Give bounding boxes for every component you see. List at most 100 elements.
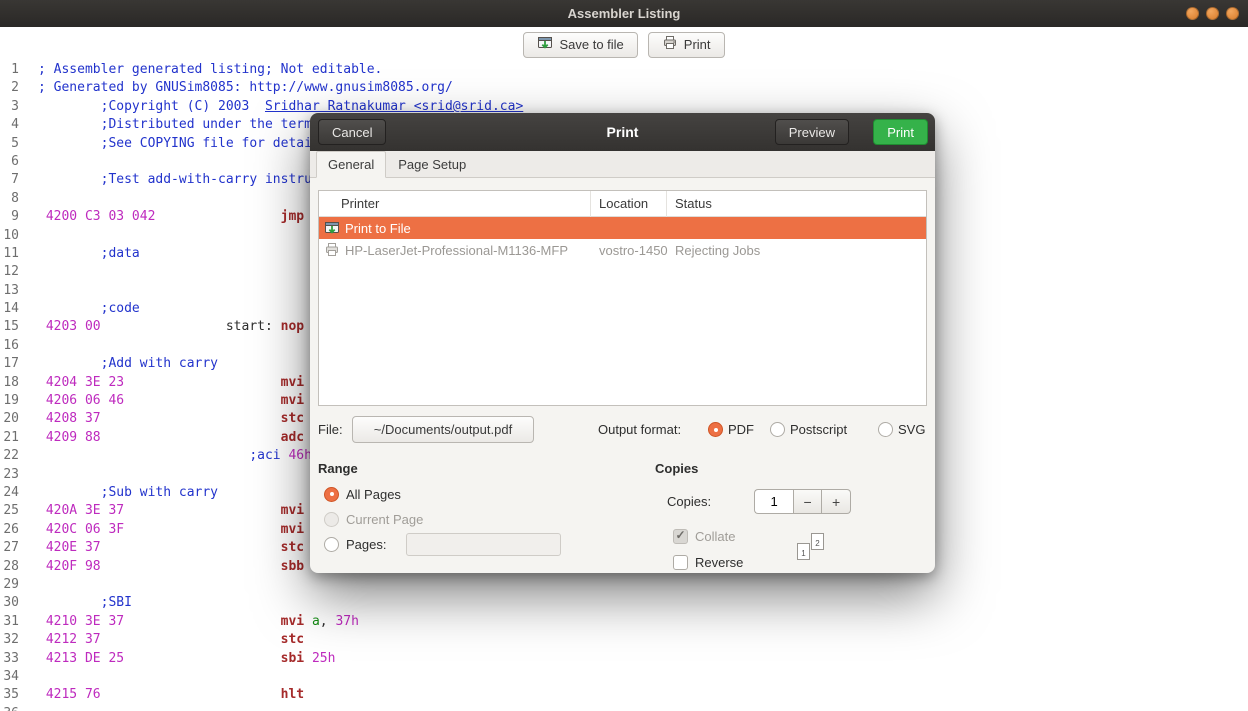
collate-page-1: 1	[797, 543, 810, 560]
radio-pdf[interactable]	[708, 422, 723, 437]
save-to-file-label: Save to file	[559, 37, 623, 52]
printer-row-print-to-file[interactable]: Print to File	[319, 217, 926, 239]
toolbar: Save to file Print	[0, 27, 1248, 62]
code-text: 4206 06 46 mvi	[38, 393, 304, 408]
column-header-status[interactable]: Status	[667, 196, 926, 211]
pages-label[interactable]: Pages:	[346, 537, 386, 552]
maximize-button[interactable]	[1206, 7, 1219, 20]
range-section: Range All Pages Current Page Pages:	[318, 461, 618, 552]
save-to-file-button[interactable]: Save to file	[523, 32, 637, 58]
line-number: 2	[2, 79, 19, 97]
line-number: 31	[2, 613, 19, 631]
window-titlebar[interactable]: Assembler Listing	[0, 0, 1248, 27]
line-number: 19	[2, 392, 19, 410]
copies-input[interactable]	[754, 489, 793, 514]
printer-icon	[662, 35, 678, 54]
tab-page-setup[interactable]: Page Setup	[386, 151, 478, 177]
column-header-location[interactable]: Location	[591, 191, 667, 217]
code-text: 4215 76 hlt	[38, 687, 304, 702]
line-number: 27	[2, 539, 19, 557]
radio-all-pages[interactable]	[324, 487, 339, 502]
pages-input	[406, 533, 561, 556]
line-number: 12	[2, 263, 19, 281]
tab-bar: General Page Setup	[310, 151, 935, 178]
line-number: 18	[2, 374, 19, 392]
print-toolbar-label: Print	[684, 37, 711, 52]
line-number: 8	[2, 190, 19, 208]
line-number: 25	[2, 502, 19, 520]
radio-svg[interactable]	[878, 422, 893, 437]
printer-list-header: Printer Location Status	[319, 191, 926, 217]
line-number: 16	[2, 337, 19, 355]
file-button[interactable]: ~/Documents/output.pdf	[352, 416, 534, 443]
code-text: 4200 C3 03 042 jmp	[38, 209, 304, 224]
code-text: ;aci 46h	[38, 448, 312, 463]
printer-row-hp-laserjet[interactable]: HP-LaserJet-Professional-M1136-MFP vostr…	[319, 239, 926, 261]
reverse-label[interactable]: Reverse	[695, 555, 743, 570]
line-number: 3	[2, 98, 19, 116]
code-text: ;See COPYING file for details	[38, 136, 328, 151]
code-text: 420A 3E 37 mvi	[38, 503, 304, 518]
radio-svg-label[interactable]: SVG	[898, 422, 925, 437]
column-header-printer[interactable]: Printer	[319, 191, 591, 217]
code-text: 420F 98 sbb	[38, 559, 304, 574]
code-text: ; Assembler generated listing; Not edita…	[38, 62, 382, 77]
line-number: 21	[2, 429, 19, 447]
line-number: 28	[2, 558, 19, 576]
reverse-checkbox[interactable]	[673, 555, 688, 570]
code-line: 35 4215 76 hlt	[2, 686, 1248, 704]
code-line: 36	[2, 705, 1248, 711]
print-toolbar-button[interactable]: Print	[648, 32, 725, 58]
save-icon	[537, 35, 553, 54]
code-line: 1; Assembler generated listing; Not edit…	[2, 61, 1248, 79]
cancel-button[interactable]: Cancel	[318, 119, 386, 145]
code-text: 420C 06 3F mvi	[38, 522, 304, 537]
printer-name: HP-LaserJet-Professional-M1136-MFP	[319, 243, 591, 258]
code-line: 32 4212 37 stc	[2, 631, 1248, 649]
file-label: File:	[318, 422, 343, 437]
collate-checkbox	[673, 529, 688, 544]
output-format-label: Output format:	[598, 422, 681, 437]
line-number: 17	[2, 355, 19, 373]
minimize-button[interactable]	[1186, 7, 1199, 20]
code-line: 33 4213 DE 25 sbi 25h	[2, 650, 1248, 668]
copies-stepper: − +	[754, 489, 851, 514]
window-controls	[1186, 7, 1239, 20]
file-row: File: ~/Documents/output.pdf Output form…	[318, 416, 927, 444]
code-text: 420E 37 stc	[38, 540, 304, 555]
code-text: ;SBI	[38, 595, 132, 610]
print-dialog: Print Cancel Preview Print General Page …	[310, 113, 935, 573]
code-text: 4213 DE 25 sbi 25h	[38, 651, 335, 666]
line-number: 6	[2, 153, 19, 171]
radio-postscript-label[interactable]: Postscript	[790, 422, 847, 437]
close-button[interactable]	[1226, 7, 1239, 20]
line-number: 5	[2, 135, 19, 153]
line-number: 32	[2, 631, 19, 649]
all-pages-label[interactable]: All Pages	[346, 487, 401, 502]
collate-preview-icon: 1 2	[795, 531, 831, 567]
code-text: ;data	[38, 246, 140, 261]
line-number: 7	[2, 171, 19, 189]
tab-general[interactable]: General	[316, 151, 386, 178]
line-number: 9	[2, 208, 19, 226]
line-number: 33	[2, 650, 19, 668]
printer-status: Rejecting Jobs	[667, 243, 926, 258]
code-line: 34	[2, 668, 1248, 686]
print-confirm-button[interactable]: Print	[873, 119, 928, 145]
line-number: 13	[2, 282, 19, 300]
preview-button[interactable]: Preview	[775, 119, 849, 145]
collate-label: Collate	[695, 529, 735, 544]
line-number: 23	[2, 466, 19, 484]
radio-pdf-label[interactable]: PDF	[728, 422, 754, 437]
print-dialog-header[interactable]: Print Cancel Preview Print	[310, 113, 935, 151]
range-section-title: Range	[318, 461, 618, 477]
copies-decrement-button[interactable]: −	[793, 489, 822, 514]
radio-postscript[interactable]	[770, 422, 785, 437]
line-number: 4	[2, 116, 19, 134]
printer-list: Printer Location Status Print to File HP…	[318, 190, 927, 406]
radio-pages[interactable]	[324, 537, 339, 552]
copies-increment-button[interactable]: +	[822, 489, 851, 514]
current-page-label: Current Page	[346, 512, 423, 527]
code-text: ;Copyright (C) 2003 Sridhar Ratnakumar <…	[38, 99, 523, 114]
code-text: 4203 00 start: nop	[38, 319, 304, 334]
